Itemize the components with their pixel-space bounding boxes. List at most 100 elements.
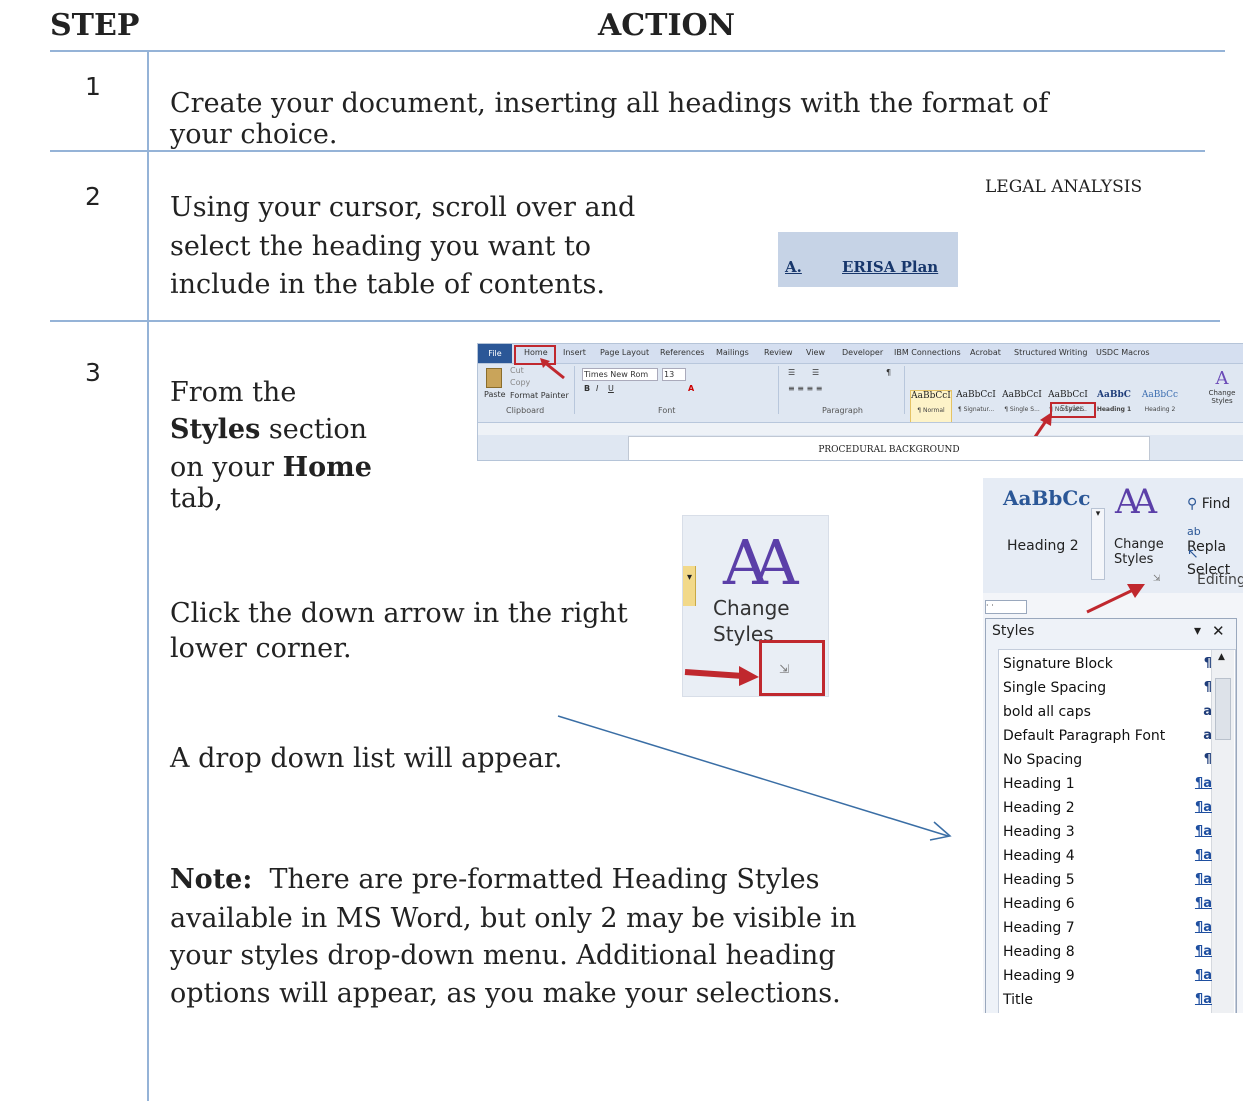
style-list-item[interactable]: Heading 9 ¶a — [1003, 964, 1218, 988]
style-list-item[interactable]: Heading 8 ¶a — [1003, 940, 1218, 964]
pane-menu-icon[interactable]: ▾ — [1194, 623, 1201, 639]
underline-icon[interactable]: U — [608, 384, 614, 393]
style-list-item[interactable]: Heading 5 ¶a — [1003, 868, 1218, 892]
note-line-3: your styles drop-down menu. Additional h… — [170, 940, 836, 971]
find-button[interactable]: ⚲ Find — [1187, 496, 1230, 512]
tab-structured-writing[interactable]: Structured Writing — [1014, 348, 1087, 357]
zoom-arrow-icon — [684, 666, 759, 686]
paste-icon[interactable] — [486, 368, 502, 388]
step-3-from-the: From the — [170, 377, 297, 408]
pane-change-label: Change — [1114, 537, 1164, 552]
connector-arrow — [557, 715, 952, 841]
tab-references[interactable]: References — [660, 348, 704, 357]
tab-insert[interactable]: Insert — [563, 348, 586, 357]
style-list-item-name: Heading 6 — [1003, 896, 1075, 912]
heading-selection-highlight[interactable]: A. ERISA Plan — [778, 232, 958, 287]
style-type-icon: ¶a — [1194, 824, 1212, 839]
pane-change-styles-icon[interactable]: AA — [1115, 482, 1157, 522]
style-list-item[interactable]: Signature Block ¶ — [1003, 652, 1218, 676]
pane-gallery-scroll[interactable]: ▾ — [1091, 508, 1105, 580]
style-list-item[interactable]: Heading 6 ¶a — [1003, 892, 1218, 916]
font-name-box[interactable]: Times New Rom — [582, 368, 658, 381]
tab-mailings[interactable]: Mailings — [716, 348, 749, 357]
font-size-box[interactable]: 13 — [662, 368, 686, 381]
font-color-icon[interactable]: A — [688, 384, 694, 393]
style-list-item[interactable]: Default Paragraph Font a — [1003, 724, 1218, 748]
pane-arrow-icon — [1086, 584, 1145, 614]
style-list-item[interactable]: Single Spacing ¶ — [1003, 676, 1218, 700]
style-list-item[interactable]: bold all caps a — [1003, 700, 1218, 724]
style-type-icon: ¶a — [1194, 920, 1212, 935]
step-3-dropdown-text: A drop down list will appear. — [170, 743, 563, 774]
bullets-icon[interactable]: ☰ — [788, 368, 795, 377]
style-list-item[interactable]: Heading 3 ¶a — [1003, 820, 1218, 844]
pane-heading2-sample[interactable]: AaBbCc — [1003, 486, 1090, 510]
style-list-item-name: Heading 1 — [1003, 776, 1075, 792]
copy-label[interactable]: Copy — [510, 378, 530, 387]
numbering-icon[interactable]: ☰ — [812, 368, 819, 377]
style-type-icon: ¶a — [1194, 872, 1212, 887]
pane-ribbon: AaBbCc Heading 2 ▾ AA Change Styles ⚲ Fi… — [983, 478, 1243, 593]
scroll-up-icon[interactable]: ▲ — [1218, 652, 1225, 662]
styles-group: AaBbCcI ¶ Normal AaBbCcI ¶ Signatur... A… — [908, 366, 1242, 428]
tab-page-layout[interactable]: Page Layout — [600, 348, 649, 357]
zoom-change-label: Change — [713, 596, 790, 620]
style-type-icon: ¶a — [1194, 776, 1212, 791]
align-icon[interactable]: ≡ ≡ ≡ ≡ — [788, 384, 822, 393]
replace-icon: ab — [1187, 525, 1201, 538]
header-action: ACTION — [598, 8, 736, 43]
step-3-tab: tab, — [170, 483, 223, 514]
style-chip-normal-sample: AaBbCcI — [911, 391, 951, 401]
style-list-item-name: Title — [1003, 992, 1034, 1008]
tab-ibm-connections[interactable]: IBM Connections — [894, 348, 961, 357]
tab-usdc-macros[interactable]: USDC Macros — [1096, 348, 1150, 357]
style-list-item[interactable]: Heading 1 ¶a — [1003, 772, 1218, 796]
change-styles-small[interactable]: A Change Styles — [1204, 368, 1240, 412]
style-list-item[interactable]: Title ¶a — [1003, 988, 1218, 1012]
paragraph-group-label: Paragraph — [822, 406, 863, 415]
style-chip-heading-1-name: Heading 1 — [1096, 406, 1132, 413]
header-step: STEP — [50, 8, 140, 43]
tab-file[interactable]: File — [478, 344, 512, 363]
pane-close-icon[interactable]: ✕ — [1212, 622, 1225, 640]
style-chip-heading-2-name: Heading 2 — [1144, 406, 1176, 413]
tab-review[interactable]: Review — [764, 348, 793, 357]
style-list-item-name: Single Spacing — [1003, 680, 1107, 696]
cut-label[interactable]: Cut — [510, 366, 524, 375]
style-type-icon: ¶a — [1194, 992, 1212, 1007]
style-list-item-name: Heading 2 — [1003, 800, 1075, 816]
style-list-item-name: No Spacing — [1003, 752, 1083, 768]
tab-developer[interactable]: Developer — [842, 348, 883, 357]
change-styles-small-icon: A — [1215, 368, 1229, 389]
style-chip-heading-2[interactable]: AaBbCc Heading 2 — [1140, 390, 1180, 426]
style-list-item[interactable]: Heading 4 ¶a — [1003, 844, 1218, 868]
paste-label[interactable]: Paste — [484, 390, 506, 399]
style-list-item-name: Heading 7 — [1003, 920, 1075, 936]
style-type-icon: ¶a — [1194, 944, 1212, 959]
style-list-item-name: Signature Block — [1003, 656, 1113, 672]
style-list-item-name: Heading 9 — [1003, 968, 1075, 984]
editing-group-label: Editing — [1197, 572, 1243, 588]
note-line-1: Note: There are pre-formatted Heading St… — [170, 864, 819, 895]
italic-icon[interactable]: I — [596, 384, 598, 393]
style-chip-no-spacing-sample: AaBbCcI — [1048, 390, 1088, 400]
pane-dialog-launcher-icon[interactable]: ⇲ — [1153, 574, 1161, 584]
style-list-item-name: Heading 3 — [1003, 824, 1075, 840]
style-list-item-name: Default Paragraph Font — [1003, 728, 1166, 744]
tab-view[interactable]: View — [806, 348, 825, 357]
tab-acrobat[interactable]: Acrobat — [970, 348, 1001, 357]
pilcrow-icon[interactable]: ¶ — [886, 368, 891, 377]
style-list-item[interactable]: Heading 2 ¶a — [1003, 796, 1218, 820]
style-chip-signature[interactable]: AaBbCcI ¶ Signatur... — [956, 390, 996, 426]
styles-pane-title: Styles — [992, 623, 1035, 639]
format-painter-label[interactable]: Format Painter — [510, 391, 569, 400]
bold-icon[interactable]: B — [584, 384, 590, 393]
dialog-launcher-icon[interactable]: ⇲ — [779, 662, 789, 676]
style-list-item[interactable]: Heading 7 ¶a — [1003, 916, 1218, 940]
style-list-item-name: Heading 8 — [1003, 944, 1075, 960]
style-chip-heading-1[interactable]: AaBbC Heading 1 — [1094, 390, 1134, 426]
dialog-launcher-highlight[interactable] — [759, 640, 825, 696]
style-list-item-name: bold all caps — [1003, 704, 1091, 720]
style-list-item[interactable]: No Spacing ¶ — [1003, 748, 1218, 772]
pane-heading2-label: Heading 2 — [1007, 538, 1079, 554]
